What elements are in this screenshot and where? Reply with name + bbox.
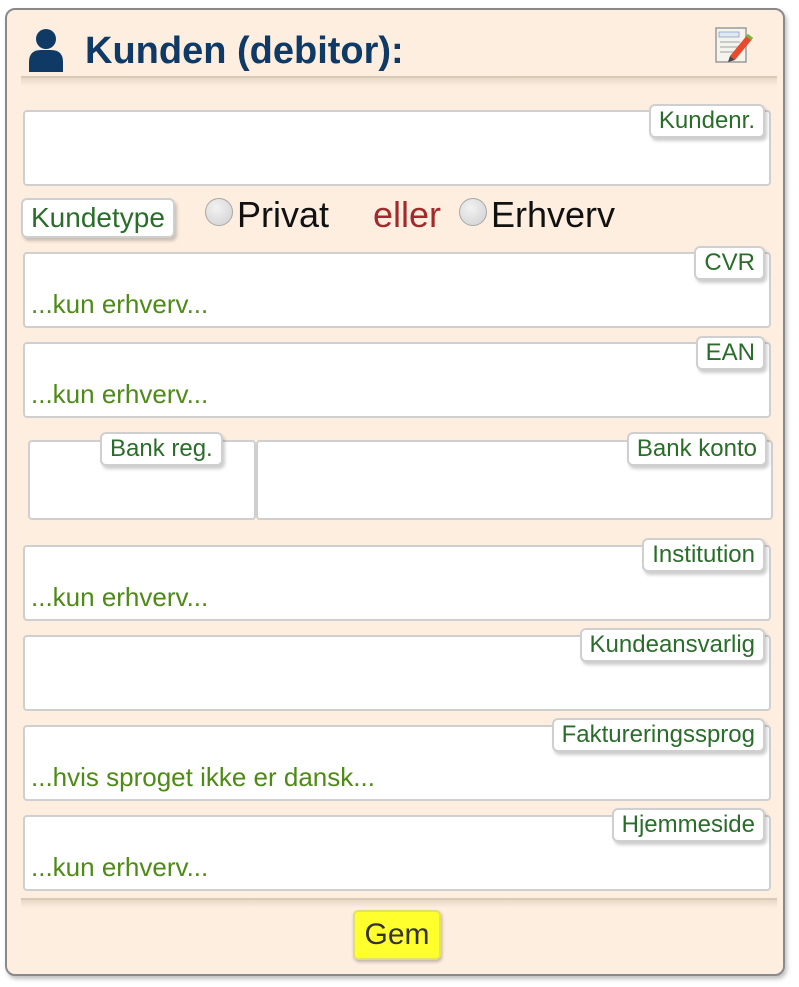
edit-document-icon[interactable]: [712, 22, 756, 66]
institution-placeholder: ...kun erhverv...: [31, 582, 209, 612]
institution-label: Institution: [642, 538, 765, 572]
cvr-field[interactable]: ...kun erhverv...: [23, 252, 771, 328]
hjemmeside-label: Hjemmeside: [611, 808, 765, 842]
radio-erhverv-label[interactable]: Erhverv: [491, 194, 615, 236]
bank-reg-label: Bank reg.: [100, 432, 223, 466]
user-icon: [29, 29, 63, 72]
customer-panel: Kunden (debitor): Kundenr. Kundetype Pri…: [5, 8, 785, 976]
ean-placeholder: ...kun erhverv...: [31, 379, 209, 409]
save-button[interactable]: Gem: [353, 910, 441, 960]
bank-konto-label: Bank konto: [626, 432, 767, 466]
footer-divider: [21, 898, 777, 908]
page-title: Kunden (debitor):: [85, 30, 404, 72]
kundetype-label: Kundetype: [21, 198, 175, 238]
kundenr-label: Kundenr.: [648, 104, 765, 138]
header-divider: [21, 76, 777, 86]
eller-separator: eller: [373, 194, 442, 235]
hjemmeside-placeholder: ...kun erhverv...: [31, 852, 209, 882]
ean-field[interactable]: ...kun erhverv...: [23, 342, 771, 418]
radio-privat-label[interactable]: Privat: [237, 194, 329, 236]
radio-privat[interactable]: [205, 198, 233, 226]
faktureringssprog-placeholder: ...hvis sproget ikke er dansk...: [31, 762, 375, 792]
kundeansvarlig-label: Kundeansvarlig: [579, 628, 765, 662]
faktureringssprog-label: Faktureringssprog: [551, 718, 765, 752]
cvr-placeholder: ...kun erhverv...: [31, 289, 209, 319]
radio-erhverv[interactable]: [459, 198, 487, 226]
ean-label: EAN: [695, 336, 765, 370]
cvr-label: CVR: [694, 246, 765, 280]
